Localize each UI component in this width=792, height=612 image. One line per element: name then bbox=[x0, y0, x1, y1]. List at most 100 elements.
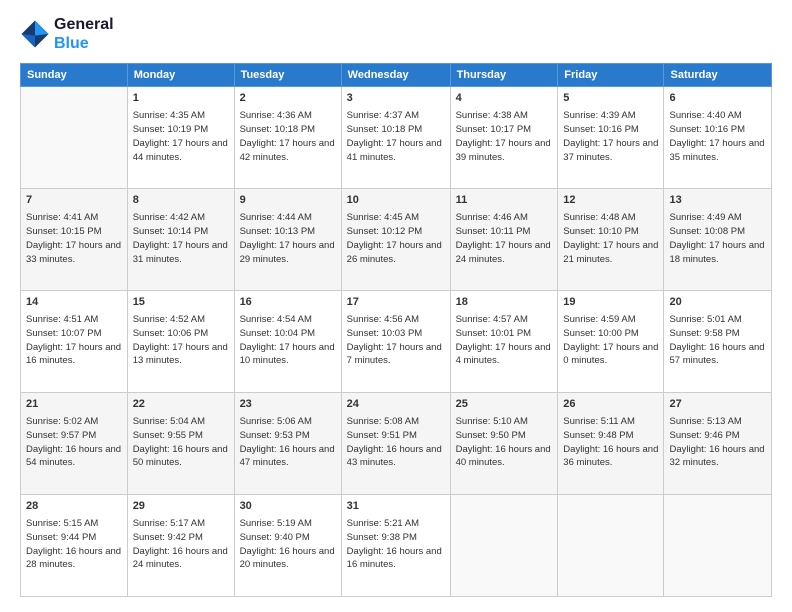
daylight-text: Daylight: 16 hours and 24 minutes. bbox=[133, 545, 229, 573]
calendar-cell: 31Sunrise: 5:21 AMSunset: 9:38 PMDayligh… bbox=[341, 495, 450, 597]
sunrise-text: Sunrise: 4:40 AM bbox=[669, 109, 766, 123]
sunrise-text: Sunrise: 5:15 AM bbox=[26, 517, 122, 531]
calendar-cell bbox=[450, 495, 558, 597]
calendar-cell: 24Sunrise: 5:08 AMSunset: 9:51 PMDayligh… bbox=[341, 393, 450, 495]
calendar-cell: 29 Sunrise: 5:17 AMSunset: 9:42 PMDayligh… bbox=[127, 495, 234, 597]
day-number: 27 bbox=[669, 397, 766, 413]
sunset-text: Sunset: 10:17 PM bbox=[456, 123, 553, 137]
daylight-text: Daylight: 16 hours and 57 minutes. bbox=[669, 341, 766, 369]
day-number: 4 bbox=[456, 91, 553, 107]
sunset-text: Sunset: 10:00 PM bbox=[563, 327, 658, 341]
sunset-text: Sunset: 10:06 PM bbox=[133, 327, 229, 341]
daylight-text: Daylight: 17 hours and 16 minutes. bbox=[26, 341, 122, 369]
sunset-text: Sunset: 10:18 PM bbox=[347, 123, 445, 137]
daylight-text: Daylight: 16 hours and 28 minutes. bbox=[26, 545, 122, 573]
daylight-text: Daylight: 17 hours and 42 minutes. bbox=[240, 137, 336, 165]
logo: General Blue bbox=[20, 15, 114, 53]
day-header-monday: Monday bbox=[127, 64, 234, 87]
calendar-cell: 27Sunrise: 5:13 AMSunset: 9:46 PMDayligh… bbox=[664, 393, 772, 495]
calendar-cell: 3Sunrise: 4:37 AMSunset: 10:18 PMDayligh… bbox=[341, 87, 450, 189]
day-number: 22 bbox=[133, 397, 229, 413]
day-number: 8 bbox=[133, 193, 229, 209]
sunset-text: Sunset: 10:04 PM bbox=[240, 327, 336, 341]
sunrise-text: Sunrise: 4:46 AM bbox=[456, 211, 553, 225]
daylight-text: Daylight: 17 hours and 44 minutes. bbox=[133, 137, 229, 165]
day-number: 10 bbox=[347, 193, 445, 209]
day-number: 14 bbox=[26, 295, 122, 311]
day-number: 11 bbox=[456, 193, 553, 209]
sunset-text: Sunset: 9:51 PM bbox=[347, 429, 445, 443]
logo-text: General Blue bbox=[54, 15, 114, 53]
daylight-text: Daylight: 17 hours and 35 minutes. bbox=[669, 137, 766, 165]
daylight-text: Daylight: 17 hours and 0 minutes. bbox=[563, 341, 658, 369]
calendar-week-row: 1Sunrise: 4:35 AMSunset: 10:19 PMDayligh… bbox=[21, 87, 772, 189]
sunset-text: Sunset: 10:01 PM bbox=[456, 327, 553, 341]
day-header-wednesday: Wednesday bbox=[341, 64, 450, 87]
sunset-text: Sunset: 10:12 PM bbox=[347, 225, 445, 239]
sunrise-text: Sunrise: 4:39 AM bbox=[563, 109, 658, 123]
day-number: 3 bbox=[347, 91, 445, 107]
day-header-tuesday: Tuesday bbox=[234, 64, 341, 87]
daylight-text: Daylight: 17 hours and 4 minutes. bbox=[456, 341, 553, 369]
sunrise-text: Sunrise: 5:01 AM bbox=[669, 313, 766, 327]
daylight-text: Daylight: 16 hours and 47 minutes. bbox=[240, 443, 336, 471]
day-number: 28 bbox=[26, 499, 122, 515]
calendar-cell: 9Sunrise: 4:44 AMSunset: 10:13 PMDayligh… bbox=[234, 189, 341, 291]
sunrise-text: Sunrise: 4:51 AM bbox=[26, 313, 122, 327]
day-number: 16 bbox=[240, 295, 336, 311]
day-number: 12 bbox=[563, 193, 658, 209]
sunrise-text: Sunrise: 4:45 AM bbox=[347, 211, 445, 225]
sunset-text: Sunset: 10:10 PM bbox=[563, 225, 658, 239]
sunset-text: Sunset: 9:42 PM bbox=[133, 531, 229, 545]
calendar-cell: 10Sunrise: 4:45 AMSunset: 10:12 PMDaylig… bbox=[341, 189, 450, 291]
sunrise-text: Sunrise: 4:59 AM bbox=[563, 313, 658, 327]
daylight-text: Daylight: 16 hours and 54 minutes. bbox=[26, 443, 122, 471]
sunrise-text: Sunrise: 4:54 AM bbox=[240, 313, 336, 327]
day-number: 29 bbox=[133, 499, 229, 515]
calendar-cell: 21Sunrise: 5:02 AMSunset: 9:57 PMDayligh… bbox=[21, 393, 128, 495]
day-header-saturday: Saturday bbox=[664, 64, 772, 87]
sunrise-text: Sunrise: 4:44 AM bbox=[240, 211, 336, 225]
calendar-cell: 23Sunrise: 5:06 AMSunset: 9:53 PMDayligh… bbox=[234, 393, 341, 495]
sunrise-text: Sunrise: 5:06 AM bbox=[240, 415, 336, 429]
calendar-cell: 13Sunrise: 4:49 AMSunset: 10:08 PMDaylig… bbox=[664, 189, 772, 291]
calendar-cell: 17Sunrise: 4:56 AMSunset: 10:03 PMDaylig… bbox=[341, 291, 450, 393]
sunset-text: Sunset: 9:40 PM bbox=[240, 531, 336, 545]
calendar-cell: 4Sunrise: 4:38 AMSunset: 10:17 PMDayligh… bbox=[450, 87, 558, 189]
day-number: 6 bbox=[669, 91, 766, 107]
calendar-week-row: 7Sunrise: 4:41 AMSunset: 10:15 PMDayligh… bbox=[21, 189, 772, 291]
day-number: 2 bbox=[240, 91, 336, 107]
sunrise-text: Sunrise: 4:49 AM bbox=[669, 211, 766, 225]
day-header-friday: Friday bbox=[558, 64, 664, 87]
daylight-text: Daylight: 17 hours and 37 minutes. bbox=[563, 137, 658, 165]
calendar-cell: 5Sunrise: 4:39 AMSunset: 10:16 PMDayligh… bbox=[558, 87, 664, 189]
calendar-page: General Blue SundayMondayTuesdayWednesda… bbox=[0, 0, 792, 612]
daylight-text: Daylight: 16 hours and 40 minutes. bbox=[456, 443, 553, 471]
daylight-text: Daylight: 16 hours and 32 minutes. bbox=[669, 443, 766, 471]
daylight-text: Daylight: 16 hours and 50 minutes. bbox=[133, 443, 229, 471]
day-number: 7 bbox=[26, 193, 122, 209]
calendar-cell: 15Sunrise: 4:52 AMSunset: 10:06 PMDaylig… bbox=[127, 291, 234, 393]
calendar-cell: 28Sunrise: 5:15 AMSunset: 9:44 PMDayligh… bbox=[21, 495, 128, 597]
day-number: 21 bbox=[26, 397, 122, 413]
sunset-text: Sunset: 10:16 PM bbox=[563, 123, 658, 137]
calendar-cell: 25 Sunrise: 5:10 AMSunset: 9:50 PMDayligh… bbox=[450, 393, 558, 495]
day-number: 9 bbox=[240, 193, 336, 209]
calendar-cell bbox=[21, 87, 128, 189]
daylight-text: Daylight: 17 hours and 10 minutes. bbox=[240, 341, 336, 369]
calendar-cell: 6Sunrise: 4:40 AMSunset: 10:16 PMDayligh… bbox=[664, 87, 772, 189]
calendar-cell: 20Sunrise: 5:01 AMSunset: 9:58 PMDayligh… bbox=[664, 291, 772, 393]
sunrise-text: Sunrise: 4:42 AM bbox=[133, 211, 229, 225]
daylight-text: Daylight: 16 hours and 43 minutes. bbox=[347, 443, 445, 471]
sunset-text: Sunset: 10:13 PM bbox=[240, 225, 336, 239]
day-number: 25 bbox=[456, 397, 553, 413]
sunrise-text: Sunrise: 4:36 AM bbox=[240, 109, 336, 123]
daylight-text: Daylight: 17 hours and 21 minutes. bbox=[563, 239, 658, 267]
sunrise-text: Sunrise: 5:17 AM bbox=[133, 517, 229, 531]
sunset-text: Sunset: 9:50 PM bbox=[456, 429, 553, 443]
calendar-cell: 19Sunrise: 4:59 AMSunset: 10:00 PMDaylig… bbox=[558, 291, 664, 393]
sunset-text: Sunset: 10:11 PM bbox=[456, 225, 553, 239]
daylight-text: Daylight: 17 hours and 7 minutes. bbox=[347, 341, 445, 369]
daylight-text: Daylight: 16 hours and 36 minutes. bbox=[563, 443, 658, 471]
sunrise-text: Sunrise: 5:10 AM bbox=[456, 415, 553, 429]
